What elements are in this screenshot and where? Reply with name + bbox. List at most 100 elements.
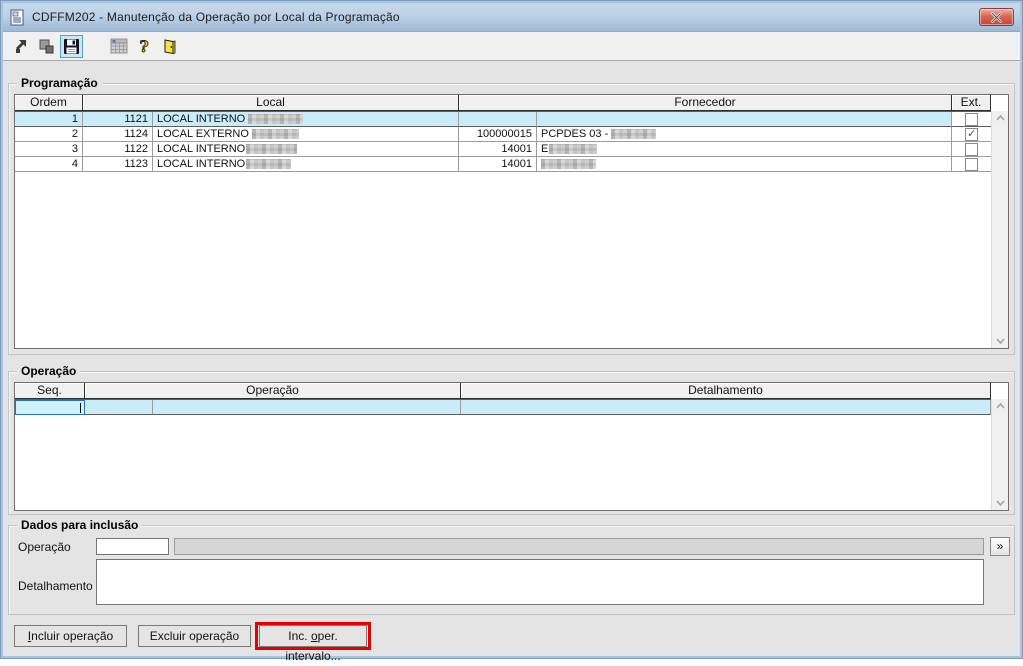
detalhamento-field-label: Detalhamento xyxy=(18,579,93,593)
cell-forn-name: PCPDES 03 - xyxy=(537,127,952,142)
scroll-down-icon xyxy=(995,338,1005,344)
cell-local-name: LOCAL INTERNO xyxy=(153,142,459,157)
table-row[interactable]: 2 1124 LOCAL EXTERNO 100000015 PCPDES 03… xyxy=(15,127,991,142)
table-empty-area xyxy=(15,415,1008,510)
col-header-ext: Ext. xyxy=(952,95,991,111)
redacted-text xyxy=(611,129,657,139)
goto-button[interactable] xyxy=(10,35,33,58)
cell-detalhamento xyxy=(461,400,991,415)
cell-forn-code: 14001 xyxy=(459,142,537,157)
ext-checkbox[interactable] xyxy=(965,127,978,141)
cell-local-code: 1123 xyxy=(83,157,153,172)
operacao-code-input[interactable] xyxy=(96,538,169,555)
table-row[interactable] xyxy=(15,399,991,415)
cell-local-name: LOCAL INTERNO xyxy=(153,157,459,172)
cell-local-code: 1124 xyxy=(83,127,153,142)
programacao-scrollbar[interactable] xyxy=(991,111,1008,348)
incluir-operacao-button[interactable]: Incluir operação xyxy=(14,625,127,647)
inc-oper-intervalo-button[interactable]: Inc. oper. intervalo... xyxy=(259,625,367,663)
cell-ext xyxy=(952,142,991,157)
cell-forn-name xyxy=(537,157,952,172)
cell-forn-name: E xyxy=(537,142,952,157)
redacted-text xyxy=(549,144,598,154)
ext-checkbox[interactable] xyxy=(965,157,978,171)
scroll-down-icon xyxy=(995,500,1005,506)
dados-inclusao-group-label: Dados para inclusão xyxy=(17,518,143,532)
cell-ext xyxy=(952,157,991,172)
scroll-up-icon xyxy=(995,403,1005,409)
operacao-scrollbar[interactable] xyxy=(991,399,1008,510)
operacao-group: Operação Seq. Operação Detalhamento xyxy=(8,364,1015,515)
cell-seq-focused[interactable] xyxy=(15,400,85,415)
app-window: CDFFM202 - Manutenção da Operação por Lo… xyxy=(0,0,1023,663)
programacao-table-header: Ordem Local Fornecedor Ext. xyxy=(15,95,991,111)
red-highlight-annotation: Inc. oper. intervalo... xyxy=(255,622,371,663)
cell-local-code: 1122 xyxy=(83,142,153,157)
content-area: Programação Ordem Local Fornecedor Ext. … xyxy=(3,61,1020,663)
redacted-text xyxy=(251,129,299,139)
scroll-up-icon xyxy=(995,115,1005,121)
col-header-operacao: Operação xyxy=(85,383,461,399)
redacted-text xyxy=(541,159,596,169)
cell-ordem: 1 xyxy=(15,112,83,127)
col-header-ordem: Ordem xyxy=(15,95,83,111)
help-icon: ? xyxy=(138,37,148,55)
cell-local-name: LOCAL INTERNO xyxy=(153,112,459,127)
programacao-table[interactable]: Ordem Local Fornecedor Ext. 1 1121 LOCAL… xyxy=(14,94,1009,349)
save-icon xyxy=(64,38,79,54)
col-header-fornecedor: Fornecedor xyxy=(459,95,952,111)
redacted-text xyxy=(246,159,292,169)
cell-ordem: 4 xyxy=(15,157,83,172)
operacao-table-header: Seq. Operação Detalhamento xyxy=(15,383,991,399)
exit-button[interactable] xyxy=(157,35,180,58)
programacao-group: Programação Ordem Local Fornecedor Ext. … xyxy=(8,76,1015,355)
help-button[interactable]: ? xyxy=(132,35,155,58)
titlebar: CDFFM202 - Manutenção da Operação por Lo… xyxy=(3,3,1020,32)
copy-icon xyxy=(39,39,54,53)
calendar-button xyxy=(107,35,130,58)
cell-ordem: 2 xyxy=(15,127,83,142)
cell-local-code: 1121 xyxy=(83,112,153,127)
cell-ext xyxy=(952,127,991,142)
operacao-desc-field xyxy=(174,538,984,555)
excluir-operacao-button[interactable]: Excluir operação xyxy=(138,625,251,647)
cell-forn-name xyxy=(537,112,952,127)
close-button[interactable] xyxy=(979,8,1014,26)
table-empty-area xyxy=(15,172,1008,348)
svg-text:?: ? xyxy=(139,37,148,55)
col-header-detalhamento: Detalhamento xyxy=(461,383,991,399)
cell-ordem: 3 xyxy=(15,142,83,157)
document-icon xyxy=(9,9,26,26)
cell-forn-code xyxy=(459,112,537,127)
ext-checkbox[interactable] xyxy=(965,142,978,156)
window-title: CDFFM202 - Manutenção da Operação por Lo… xyxy=(32,10,400,24)
operacao-group-label: Operação xyxy=(17,364,81,378)
cell-op-code xyxy=(85,400,153,415)
expand-zoom-button[interactable]: » xyxy=(990,537,1010,556)
cell-local-name: LOCAL EXTERNO xyxy=(153,127,459,142)
detalhamento-textarea[interactable] xyxy=(96,559,984,605)
cell-forn-code: 14001 xyxy=(459,157,537,172)
dados-inclusao-group: Dados para inclusão Operação » Detalhame… xyxy=(8,518,1015,615)
redacted-text xyxy=(246,144,298,154)
cell-forn-code: 100000015 xyxy=(459,127,537,142)
copy-button[interactable] xyxy=(35,35,58,58)
programacao-group-label: Programação xyxy=(17,76,102,90)
exit-icon xyxy=(164,38,175,54)
ext-checkbox[interactable] xyxy=(965,112,978,126)
operacao-field-label: Operação xyxy=(18,540,71,554)
cell-op-name xyxy=(153,400,461,415)
table-row[interactable]: 3 1122 LOCAL INTERNO 14001 E xyxy=(15,142,991,157)
cell-ext xyxy=(952,112,991,127)
calendar-icon xyxy=(110,38,127,54)
toolbar: ? xyxy=(3,32,1020,61)
goto-icon xyxy=(16,39,26,53)
col-header-local: Local xyxy=(83,95,459,111)
col-header-seq: Seq. xyxy=(15,383,85,399)
redacted-text xyxy=(248,114,304,124)
operacao-table[interactable]: Seq. Operação Detalhamento xyxy=(14,382,1009,511)
table-row[interactable]: 4 1123 LOCAL INTERNO 14001 xyxy=(15,157,991,172)
table-row[interactable]: 1 1121 LOCAL INTERNO xyxy=(15,111,991,127)
close-x-icon xyxy=(991,11,1002,23)
save-button[interactable] xyxy=(60,34,83,58)
